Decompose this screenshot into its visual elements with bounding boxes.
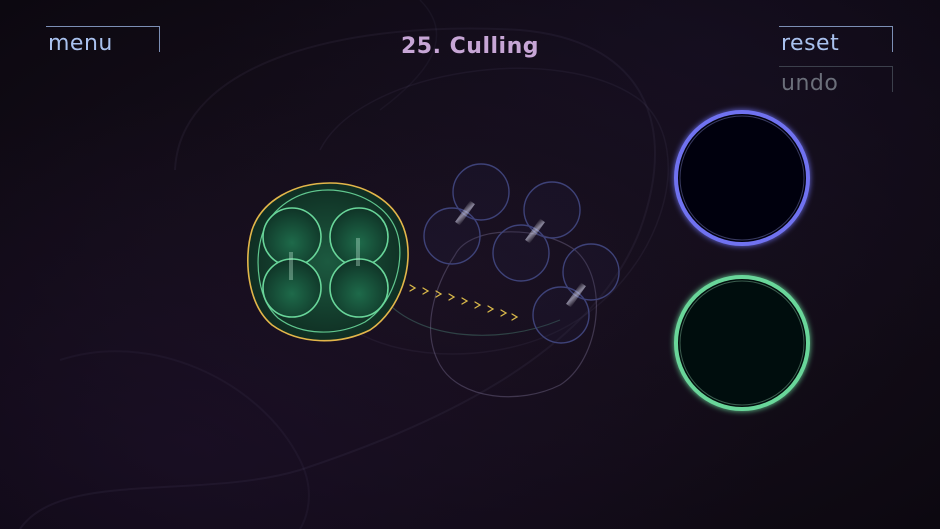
game-stage: menu 25. Culling reset undo <box>0 0 940 529</box>
player-cell[interactable] <box>329 258 389 318</box>
chevron-right-icon <box>396 281 519 321</box>
cell-highlight <box>356 238 360 266</box>
ghost-cell[interactable] <box>532 286 590 344</box>
target-zone-green[interactable] <box>674 275 810 411</box>
ghost-cell[interactable] <box>492 224 550 282</box>
cell-highlight <box>289 252 293 280</box>
player-cluster[interactable] <box>247 182 409 342</box>
target-zone-blue[interactable] <box>674 110 810 246</box>
game-board <box>247 110 810 411</box>
ghost-cells <box>423 163 620 344</box>
cluster-selection-outline <box>247 182 409 342</box>
ghost-cell[interactable] <box>423 207 481 265</box>
